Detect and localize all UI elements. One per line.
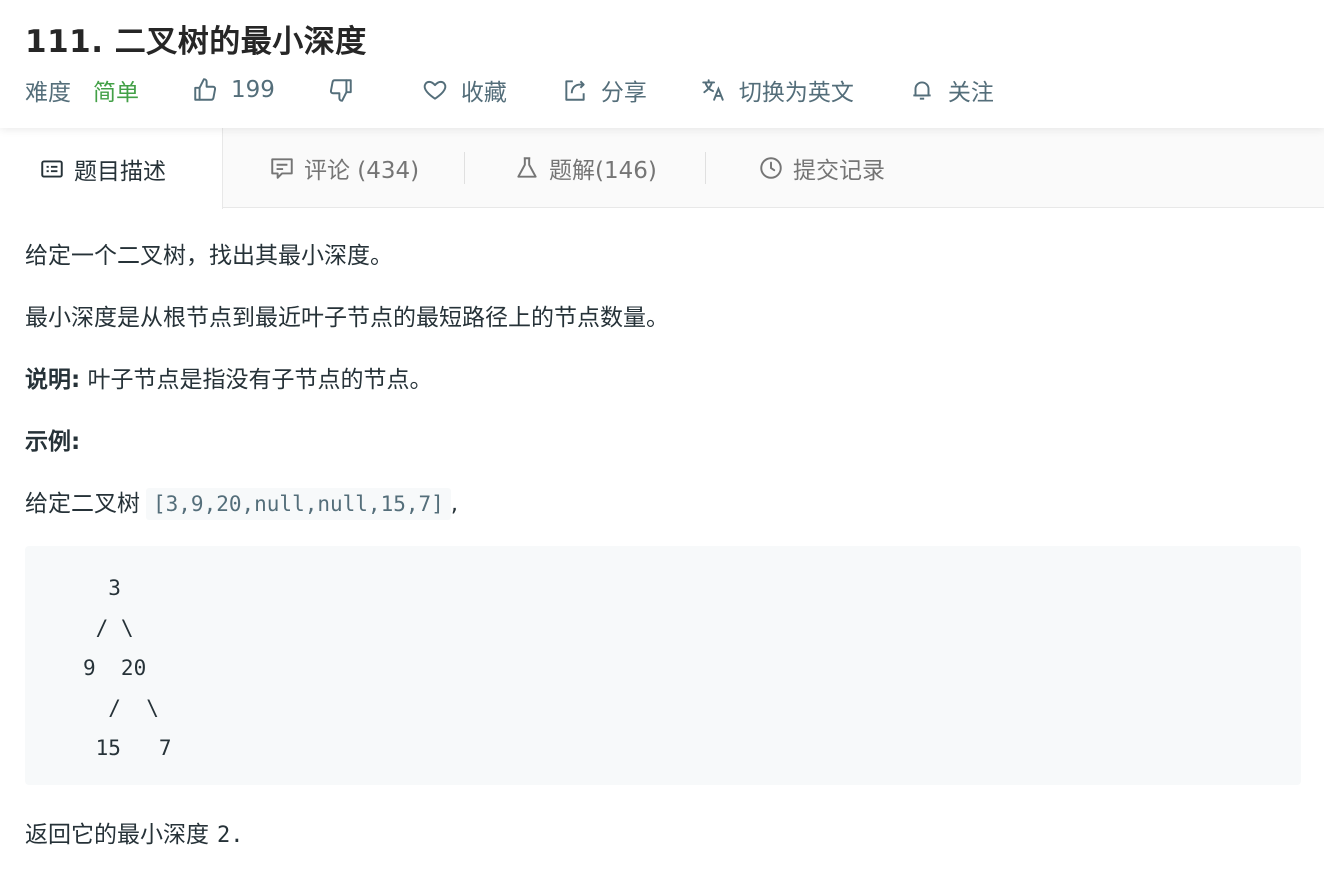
translate-icon bbox=[699, 76, 727, 104]
tab-description[interactable]: 题目描述 bbox=[0, 128, 223, 209]
share-label: 分享 bbox=[600, 80, 647, 106]
flask-icon bbox=[513, 154, 541, 182]
description-paragraph: 给定一个二叉树，找出其最小深度。 bbox=[25, 243, 393, 269]
comment-icon bbox=[268, 154, 296, 182]
share-icon bbox=[561, 76, 589, 104]
tab-solutions[interactable]: 题解(146) bbox=[513, 128, 657, 208]
example-output-value: 2. bbox=[217, 823, 244, 848]
example-input-text: 给定二叉树 bbox=[25, 491, 140, 517]
tab-solutions-label: 题解(146) bbox=[549, 158, 657, 184]
description-paragraph: 最小深度是从根节点到最近叶子节点的最短路径上的节点数量。 bbox=[25, 305, 669, 331]
heart-icon bbox=[421, 76, 449, 104]
translate-button[interactable]: 切换为英文 bbox=[699, 73, 854, 107]
problem-header: 111. 二叉树的最小深度 难度 简单 199 收藏 分享 切换为英文 关注 bbox=[0, 0, 1324, 128]
tree-diagram: 3 / \ 9 20 / \ 15 7 bbox=[83, 576, 172, 760]
problem-meta-bar: 难度 简单 199 收藏 分享 切换为英文 关注 bbox=[25, 72, 994, 108]
dislike-button[interactable] bbox=[327, 76, 355, 104]
share-button[interactable]: 分享 bbox=[561, 73, 647, 107]
favorite-label: 收藏 bbox=[460, 80, 507, 106]
follow-button[interactable]: 关注 bbox=[908, 73, 994, 107]
tab-submissions[interactable]: 提交记录 bbox=[757, 128, 885, 208]
difficulty-label: 难度 bbox=[25, 80, 71, 106]
tab-submissions-label: 提交记录 bbox=[793, 158, 885, 184]
example-input-suffix: , bbox=[450, 491, 459, 517]
clock-icon bbox=[757, 154, 785, 182]
description-icon bbox=[38, 155, 66, 183]
example-heading: 示例: bbox=[25, 422, 80, 456]
tab-divider bbox=[705, 152, 706, 184]
tab-comments[interactable]: 评论 (434) bbox=[268, 128, 419, 208]
bell-icon bbox=[908, 76, 936, 104]
like-button[interactable]: 199 bbox=[191, 76, 275, 104]
example-input-code: [3,9,20,null,null,15,7] bbox=[146, 488, 451, 520]
thumbs-up-icon bbox=[191, 76, 219, 104]
problem-tabs: 题目描述 评论 (434) 题解(146) 提交记录 bbox=[0, 128, 1324, 209]
tab-comments-label: 评论 (434) bbox=[304, 158, 420, 184]
note-text: 叶子节点是指没有子节点的节点。 bbox=[80, 367, 433, 393]
tree-code-block: 3 / \ 9 20 / \ 15 7 bbox=[25, 546, 1301, 785]
example-input: 给定二叉树 [3,9,20,null,null,15,7], bbox=[25, 484, 459, 520]
favorite-button[interactable]: 收藏 bbox=[421, 73, 507, 107]
example-label: 示例: bbox=[25, 429, 81, 455]
difficulty-badge: 简单 bbox=[93, 80, 139, 106]
like-count: 199 bbox=[231, 77, 275, 103]
problem-title: 111. 二叉树的最小深度 bbox=[25, 24, 367, 60]
example-output: 返回它的最小深度 2. bbox=[25, 815, 244, 849]
example-output-text: 返回它的最小深度 bbox=[25, 822, 209, 848]
tab-divider bbox=[464, 152, 465, 184]
thumbs-down-icon bbox=[327, 76, 355, 104]
note-label: 说明: bbox=[25, 367, 81, 393]
follow-label: 关注 bbox=[947, 80, 994, 106]
note-paragraph: 说明: 叶子节点是指没有子节点的节点。 bbox=[25, 360, 433, 394]
translate-label: 切换为英文 bbox=[738, 80, 854, 106]
tab-description-label: 题目描述 bbox=[74, 158, 166, 185]
